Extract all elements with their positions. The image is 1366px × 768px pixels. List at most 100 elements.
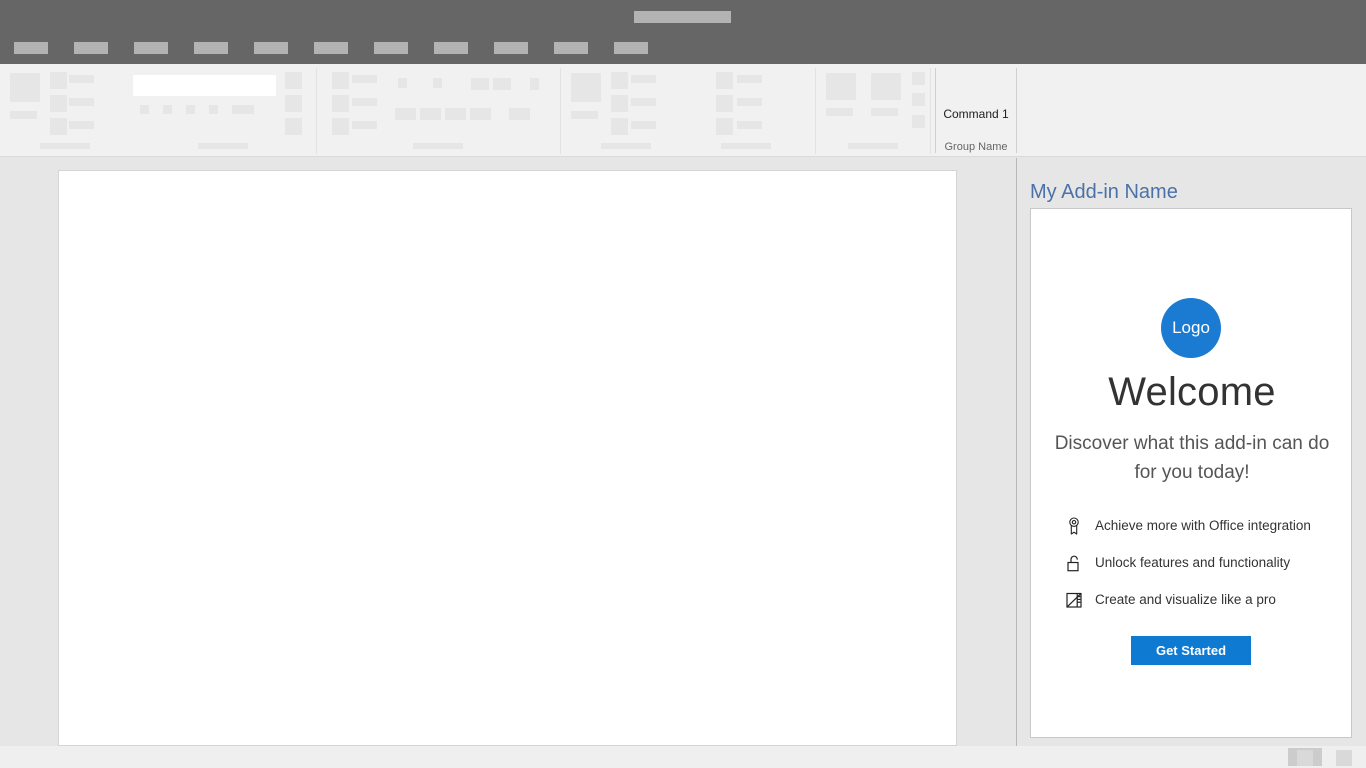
ribbon-control-placeholder-44 [631,121,656,129]
tab-placeholder-7[interactable] [374,42,408,54]
ribbon-section-separator-4 [930,68,931,154]
ribbon-control-placeholder-17 [285,72,302,89]
ribbon-control-placeholder-22 [332,95,349,112]
award-ribbon-icon [1064,516,1084,536]
ribbon-control-placeholder-42 [631,98,656,106]
application-window: Command 1 Group Name My Add-in Name Logo… [0,0,1366,768]
ribbon-control-placeholder-25 [352,121,377,129]
ribbon-control-placeholder-55 [871,73,901,100]
ribbon-control-placeholder-48 [716,95,733,112]
tab-placeholder-2[interactable] [74,42,108,54]
ribbon-input-placeholder[interactable] [133,75,276,96]
ribbon-control-placeholder-46 [716,72,733,89]
ribbon-section-separator-2 [560,68,561,154]
ribbon-control-placeholder-5 [50,95,67,112]
ribbon-control-placeholder-27 [433,78,442,88]
ribbon-control-placeholder-23 [352,98,377,106]
ribbon-control-placeholder-33 [445,108,466,120]
title-bar [0,0,1366,33]
ribbon-section-separator-1 [316,68,317,154]
ribbon-control-placeholder-54 [826,108,853,116]
feature-item: Create and visualize like a pro [1064,588,1334,612]
ribbon-group-name: Group Name [935,141,1017,153]
ribbon-control-placeholder-35 [509,108,530,120]
ribbon-control-placeholder-47 [737,75,762,83]
ribbon-control-placeholder-15 [232,105,254,114]
feature-item: Unlock features and functionality [1064,551,1334,575]
ribbon-control-placeholder-52 [721,143,771,149]
ribbon-control-placeholder-11 [140,105,149,114]
ribbon-control-placeholder-2 [10,111,37,119]
ribbon-control-placeholder-16 [198,143,248,149]
welcome-subtitle: Discover what this add-in can do for you… [1047,429,1337,487]
ribbon-control-placeholder-41 [611,95,628,112]
ribbon-control-placeholder-12 [163,105,172,114]
tab-placeholder-8[interactable] [434,42,468,54]
ribbon-control-placeholder-32 [420,108,441,120]
ribbon-command-group: Command 1 Group Name [935,64,1017,157]
feature-item: Achieve more with Office integration [1064,514,1334,538]
ribbon-control-placeholder-9 [40,143,90,149]
get-started-button[interactable]: Get Started [1131,636,1251,665]
ribbon-control-placeholder-56 [871,108,898,116]
ribbon-control-placeholder-6 [69,98,94,106]
ribbon-control-placeholder-13 [186,105,195,114]
ribbon-control-placeholder-50 [716,118,733,135]
ribbon-control-placeholder-1 [10,73,40,102]
ribbon-control-placeholder-60 [848,143,898,149]
ribbon-control-placeholder-20 [332,72,349,89]
tab-placeholder-11[interactable] [614,42,648,54]
ribbon-control-placeholder-36 [413,143,463,149]
ribbon-control-placeholder-37 [571,73,601,102]
feature-item-label: Achieve more with Office integration [1095,517,1311,535]
ribbon-control-placeholder-26 [398,78,407,88]
ribbon-control-placeholder-34 [470,108,491,120]
tab-placeholder-3[interactable] [134,42,168,54]
feature-item-label: Create and visualize like a pro [1095,591,1276,609]
welcome-heading: Welcome [1031,370,1353,415]
ribbon-control-placeholder-18 [285,95,302,112]
ribbon-section-separator-3 [815,68,816,154]
ribbon-control-placeholder-14 [209,105,218,114]
ribbon-control-placeholder-8 [69,121,94,129]
task-pane: My Add-in Name Logo Welcome Discover wha… [1017,157,1366,746]
ribbon-control-placeholder-53 [826,73,856,100]
ribbon-control-placeholder-29 [493,78,511,90]
tab-placeholder-4[interactable] [194,42,228,54]
tab-placeholder-10[interactable] [554,42,588,54]
task-pane-card: Logo Welcome Discover what this add-in c… [1030,208,1352,738]
logo: Logo [1161,298,1221,358]
command-1-button-label[interactable]: Command 1 [935,107,1017,121]
view-button-placeholder-2[interactable] [1336,750,1352,766]
ribbon-control-placeholder-58 [912,93,925,106]
window-title-placeholder [634,11,731,23]
ribbon-control-placeholder-30 [530,78,539,90]
status-bar [0,746,1366,768]
ribbon-control-placeholder-24 [332,118,349,135]
ribbon-control-placeholder-4 [69,75,94,83]
ribbon-control-placeholder-38 [571,111,598,119]
document-page[interactable] [58,170,957,746]
ribbon-control-placeholder-19 [285,118,302,135]
ribbon-control-placeholder-43 [611,118,628,135]
ribbon-tab-strip[interactable] [0,33,1366,64]
tab-placeholder-1[interactable] [14,42,48,54]
ribbon-control-placeholder-57 [912,72,925,85]
ribbon-control-placeholder-7 [50,118,67,135]
ribbon-control-placeholder-3 [50,72,67,89]
ribbon-control-placeholder-51 [737,121,762,129]
ribbon-control-placeholder-49 [737,98,762,106]
feature-list: Achieve more with Office integration Unlo… [1064,514,1334,625]
tab-placeholder-6[interactable] [314,42,348,54]
ribbon-control-placeholder-45 [601,143,651,149]
ribbon [0,64,1366,157]
ribbon-control-placeholder-21 [352,75,377,83]
ruler-pencil-icon [1064,590,1084,610]
view-button-placeholder-1-inner[interactable] [1297,750,1313,766]
tab-placeholder-9[interactable] [494,42,528,54]
tab-placeholder-5[interactable] [254,42,288,54]
unlocked-padlock-icon [1064,553,1084,573]
ribbon-control-placeholder-31 [395,108,416,120]
feature-item-label: Unlock features and functionality [1095,554,1290,572]
ribbon-control-placeholder-59 [912,115,925,128]
